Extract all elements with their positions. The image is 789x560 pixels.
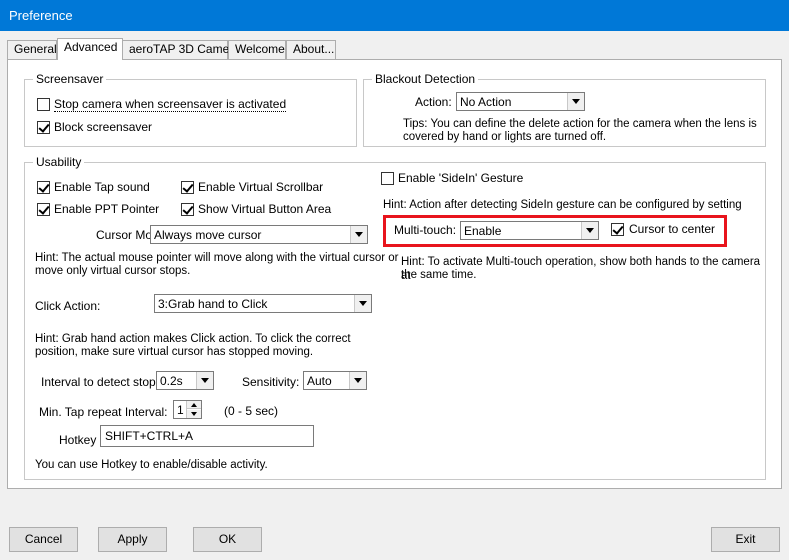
click-action-value: 3:Grab hand to Click: [158, 297, 268, 311]
cancel-button[interactable]: Cancel: [9, 527, 78, 552]
tab-general[interactable]: General: [7, 40, 57, 59]
sensitivity-value: Auto: [307, 374, 332, 388]
interval-stop-value: 0.2s: [160, 374, 183, 388]
virtual-button-label[interactable]: Show Virtual Button Area: [198, 202, 331, 216]
blackout-tips-line1: Tips: You can define the delete action f…: [403, 118, 757, 130]
hotkey-value: SHIFT+CTRL+A: [105, 429, 194, 443]
tap-repeat-label: Min. Tap repeat Interval:: [39, 405, 168, 419]
click-action-hint-line1: Hint: Grab hand action makes Click actio…: [35, 333, 351, 345]
apply-button[interactable]: Apply: [98, 527, 167, 552]
title-bar[interactable]: Preference: [0, 0, 789, 31]
block-screensaver-checkbox[interactable]: [37, 121, 50, 134]
multitouch-label: Multi-touch:: [394, 223, 457, 237]
multitouch-hint-line2: the same time.: [401, 269, 477, 281]
cursor-center-checkbox[interactable]: [611, 223, 624, 236]
cursor-move-value: Always move cursor: [154, 228, 262, 242]
ppt-pointer-label[interactable]: Enable PPT Pointer: [54, 202, 159, 216]
multitouch-value: Enable: [464, 224, 502, 238]
click-action-select[interactable]: 3:Grab hand to Click: [154, 294, 372, 313]
tap-sound-label[interactable]: Enable Tap sound: [54, 180, 150, 194]
cursor-move-hint-line1: Hint: The actual mouse pointer will move…: [35, 252, 399, 264]
blackout-detection-group: Blackout Detection Action: No Action Tip…: [363, 72, 766, 147]
ppt-pointer-checkbox[interactable]: [37, 203, 50, 216]
spin-up-icon[interactable]: [187, 401, 201, 409]
advanced-tab-panel: Screensaver Stop camera when screensaver…: [7, 59, 782, 489]
blackout-tips-line2: covered by hand or lights are turned off…: [403, 131, 607, 143]
cursor-center-label[interactable]: Cursor to center: [629, 222, 715, 236]
chevron-down-icon[interactable]: [354, 295, 371, 312]
usability-group: Usability Enable Tap sound Enable Virtua…: [24, 155, 766, 480]
tab-advanced[interactable]: Advanced: [57, 38, 123, 60]
tap-repeat-value: 1: [177, 403, 184, 417]
stop-camera-checkbox[interactable]: [37, 98, 50, 111]
blackout-action-label: Action:: [415, 95, 452, 109]
multitouch-select[interactable]: Enable: [460, 221, 599, 240]
chevron-down-icon[interactable]: [349, 372, 366, 389]
tap-sound-checkbox[interactable]: [37, 181, 50, 194]
screensaver-group: Screensaver Stop camera when screensaver…: [24, 72, 357, 147]
virtual-scrollbar-checkbox[interactable]: [181, 181, 194, 194]
cursor-move-hint-line2: move only virtual cursor stops.: [35, 265, 191, 277]
blackout-action-select[interactable]: No Action: [456, 92, 585, 111]
ok-button[interactable]: OK: [193, 527, 262, 552]
tab-welcome[interactable]: Welcome: [228, 40, 286, 59]
tap-repeat-spinner[interactable]: 1: [173, 400, 202, 419]
sensitivity-label: Sensitivity:: [242, 375, 300, 389]
chevron-down-icon[interactable]: [581, 222, 598, 239]
chevron-down-icon[interactable]: [567, 93, 584, 110]
click-action-label: Click Action:: [35, 299, 101, 313]
tab-aerotap-3d-camera[interactable]: aeroTAP 3D Camera: [122, 40, 240, 59]
blackout-action-value: No Action: [460, 95, 512, 109]
hotkey-note: You can use Hotkey to enable/disable act…: [35, 459, 268, 471]
usability-group-title: Usability: [33, 155, 85, 169]
screensaver-group-title: Screensaver: [33, 72, 107, 86]
window-title: Preference: [9, 8, 73, 23]
tab-about[interactable]: About...: [286, 40, 336, 59]
click-action-hint-line2: position, make sure virtual cursor has s…: [35, 346, 314, 358]
virtual-button-checkbox[interactable]: [181, 203, 194, 216]
tap-repeat-range: (0 - 5 sec): [224, 404, 279, 418]
chevron-down-icon[interactable]: [350, 226, 367, 243]
interval-stop-select[interactable]: 0.2s: [156, 371, 214, 390]
spinner-buttons: [186, 401, 201, 418]
virtual-scrollbar-label[interactable]: Enable Virtual Scrollbar: [198, 180, 323, 194]
chevron-down-icon[interactable]: [196, 372, 213, 389]
hotkey-input[interactable]: SHIFT+CTRL+A: [100, 425, 314, 447]
spin-down-icon[interactable]: [187, 410, 201, 418]
blackout-group-title: Blackout Detection: [372, 72, 479, 86]
block-screensaver-label[interactable]: Block screensaver: [54, 120, 152, 134]
sensitivity-select[interactable]: Auto: [303, 371, 367, 390]
sidein-gesture-label[interactable]: Enable 'SideIn' Gesture: [398, 171, 523, 185]
stop-camera-label[interactable]: Stop camera when screensaver is activate…: [54, 97, 287, 112]
exit-button[interactable]: Exit: [711, 527, 780, 552]
sidein-gesture-checkbox[interactable]: [381, 172, 394, 185]
interval-stop-label: Interval to detect stop:: [41, 375, 160, 389]
cursor-move-select[interactable]: Always move cursor: [150, 225, 368, 244]
sidein-hint: Hint: Action after detecting SideIn gest…: [383, 199, 742, 211]
hotkey-label: Hotkey: [59, 433, 97, 447]
